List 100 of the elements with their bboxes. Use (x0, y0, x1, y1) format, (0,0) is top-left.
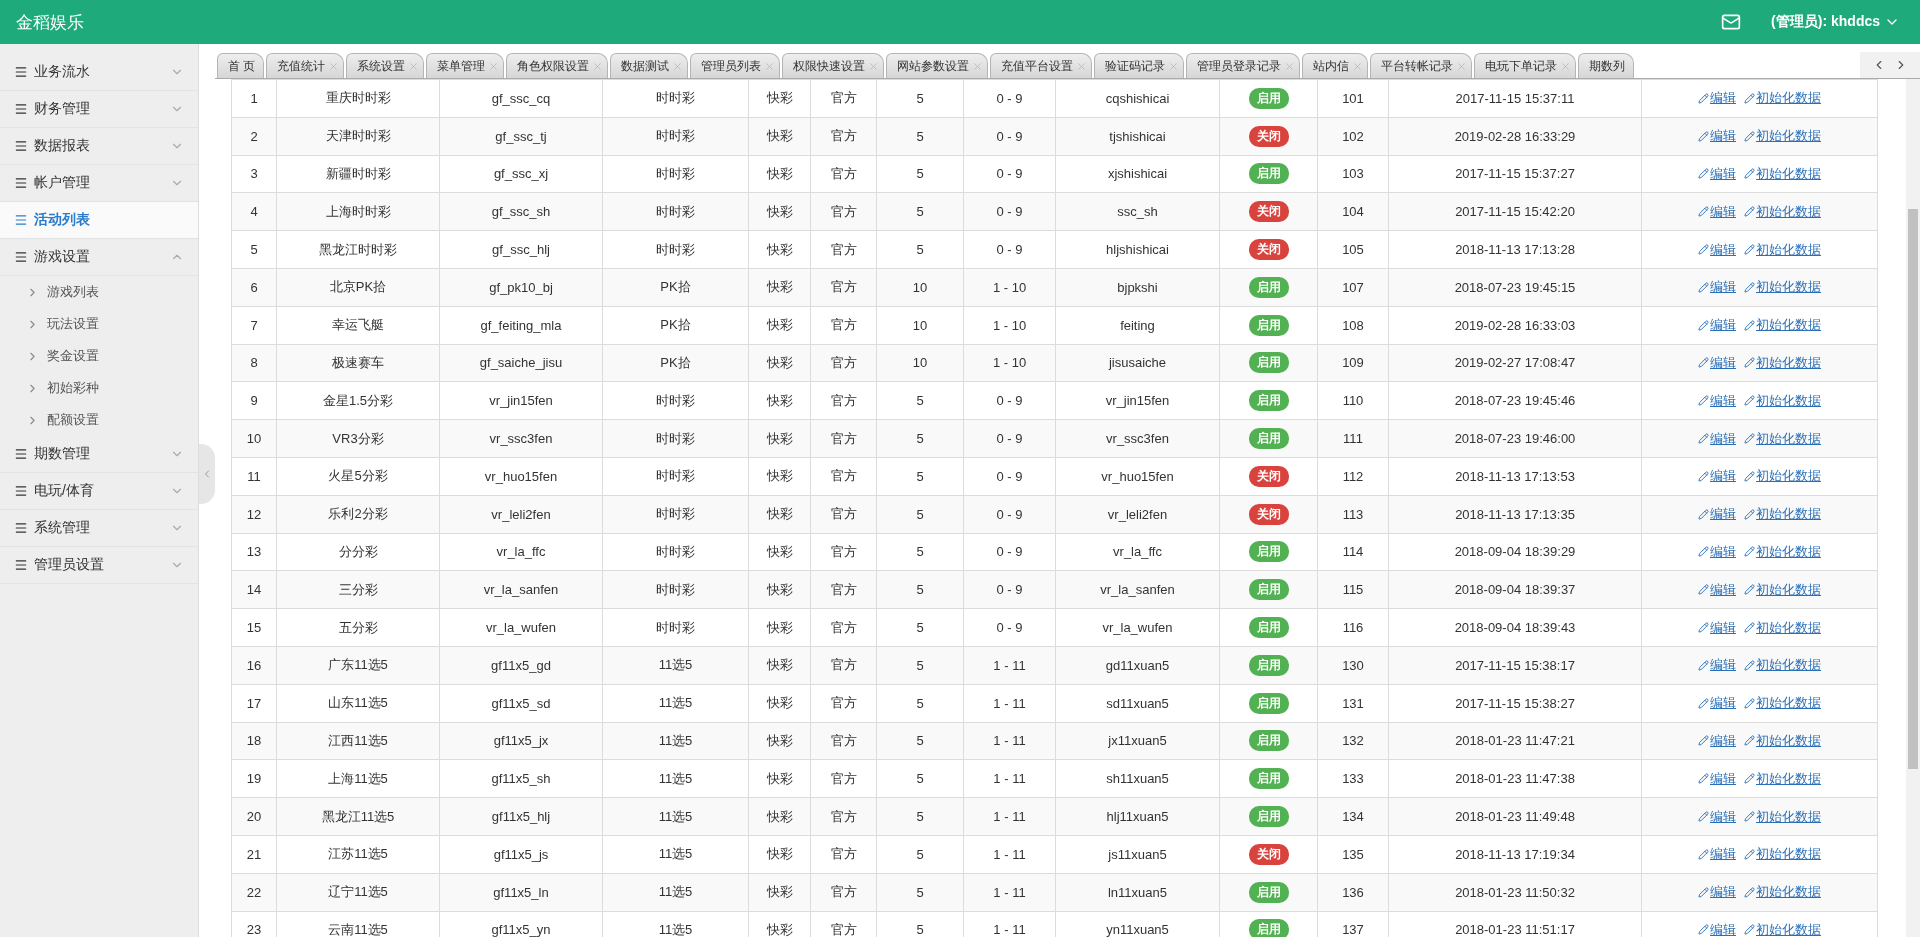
reset-data-link[interactable]: 初始化数据 (1744, 505, 1821, 524)
edit-link[interactable]: 编辑 (1698, 694, 1736, 713)
tab[interactable]: 电玩下单记录 (1474, 53, 1577, 78)
menu-icon (14, 176, 28, 190)
tab[interactable]: 管理员登录记录 (1186, 53, 1301, 78)
tab[interactable]: 站内信 (1302, 53, 1369, 78)
reset-data-link[interactable]: 初始化数据 (1744, 429, 1821, 448)
scrollbar-thumb[interactable] (1908, 209, 1918, 769)
reset-data-link[interactable]: 初始化数据 (1744, 353, 1821, 372)
close-icon[interactable] (592, 61, 604, 72)
pencil-icon (1698, 546, 1709, 558)
close-icon[interactable] (1456, 61, 1468, 72)
edit-link[interactable]: 编辑 (1698, 807, 1736, 826)
close-icon[interactable] (1284, 61, 1296, 72)
close-icon[interactable] (1076, 61, 1088, 72)
reset-data-link[interactable]: 初始化数据 (1744, 391, 1821, 410)
close-icon[interactable] (868, 61, 880, 72)
edit-link[interactable]: 编辑 (1698, 429, 1736, 448)
reset-data-link[interactable]: 初始化数据 (1744, 202, 1821, 221)
status-badge[interactable]: 关闭 (1248, 465, 1289, 487)
reset-data-link[interactable]: 初始化数据 (1744, 127, 1821, 146)
close-icon[interactable] (328, 61, 340, 72)
status-badge[interactable]: 关闭 (1248, 125, 1289, 147)
reset-data-link[interactable]: 初始化数据 (1744, 165, 1821, 183)
reset-data-link[interactable]: 初始化数据 (1744, 580, 1821, 599)
sidebar-subitem[interactable]: 游戏列表 (0, 276, 198, 308)
reset-data-link[interactable]: 初始化数据 (1744, 845, 1821, 864)
reset-data-link[interactable]: 初始化数据 (1744, 316, 1821, 335)
close-icon[interactable] (408, 61, 420, 72)
close-icon[interactable] (1560, 61, 1572, 72)
edit-link[interactable]: 编辑 (1698, 920, 1736, 937)
edit-link[interactable]: 编辑 (1698, 467, 1736, 486)
tab[interactable]: 充值统计 (266, 53, 345, 78)
edit-link[interactable]: 编辑 (1698, 731, 1736, 750)
close-icon[interactable] (1352, 61, 1364, 72)
edit-link[interactable]: 编辑 (1698, 505, 1736, 524)
tab[interactable]: 充值平台设置 (990, 53, 1093, 78)
reset-data-link[interactable]: 初始化数据 (1744, 618, 1821, 637)
tab[interactable]: 管理员列表 (690, 53, 781, 78)
reset-data-link[interactable]: 初始化数据 (1744, 731, 1821, 750)
status-badge[interactable]: 关闭 (1248, 201, 1289, 223)
reset-data-link[interactable]: 初始化数据 (1744, 920, 1821, 937)
edit-link[interactable]: 编辑 (1698, 883, 1736, 902)
user-menu[interactable]: (管理员): khddcs (1771, 13, 1900, 31)
reset-data-link[interactable]: 初始化数据 (1744, 883, 1821, 902)
close-icon[interactable] (764, 61, 776, 72)
edit-link[interactable]: 编辑 (1698, 542, 1736, 561)
tab[interactable]: 角色权限设置 (506, 53, 609, 78)
id-cell: 132 (1317, 722, 1389, 760)
edit-link[interactable]: 编辑 (1698, 769, 1736, 788)
reset-data-link[interactable]: 初始化数据 (1744, 240, 1821, 259)
sidebar-subitem[interactable]: 玩法设置 (0, 308, 198, 340)
sidebar-item[interactable]: 活动列表 (0, 202, 198, 239)
tab[interactable]: 期数列 (1578, 53, 1635, 78)
sidebar-subitem[interactable]: 初始彩种 (0, 372, 198, 404)
reset-data-link[interactable]: 初始化数据 (1744, 278, 1821, 297)
row-number: 20 (231, 797, 277, 836)
edit-link[interactable]: 编辑 (1698, 656, 1736, 675)
close-icon[interactable] (972, 61, 984, 72)
reset-data-link[interactable]: 初始化数据 (1744, 656, 1821, 675)
mail-icon[interactable] (1721, 12, 1742, 32)
edit-link[interactable]: 编辑 (1698, 165, 1736, 183)
reset-data-link[interactable]: 初始化数据 (1744, 769, 1821, 788)
tab[interactable]: 网站参数设置 (886, 53, 989, 78)
close-icon[interactable] (1168, 61, 1180, 72)
edit-link[interactable]: 编辑 (1698, 845, 1736, 864)
edit-link[interactable]: 编辑 (1698, 240, 1736, 259)
close-icon[interactable] (488, 61, 500, 72)
tab[interactable]: 验证码记录 (1094, 53, 1185, 78)
reset-data-link[interactable]: 初始化数据 (1744, 89, 1821, 108)
tab[interactable]: 系统设置 (346, 53, 425, 78)
close-icon[interactable] (672, 61, 684, 72)
edit-link[interactable]: 编辑 (1698, 580, 1736, 599)
source-cell: 官方 (810, 192, 877, 231)
row-number: 2 (231, 117, 277, 156)
tab[interactable]: 菜单管理 (426, 53, 505, 78)
edit-link[interactable]: 编辑 (1698, 618, 1736, 637)
status-badge[interactable]: 关闭 (1248, 239, 1289, 261)
tab[interactable]: 权限快速设置 (782, 53, 885, 78)
source-cell: 官方 (810, 117, 877, 156)
pencil-icon (1698, 848, 1709, 860)
reset-data-link[interactable]: 初始化数据 (1744, 467, 1821, 486)
edit-link[interactable]: 编辑 (1698, 353, 1736, 372)
reset-data-link[interactable]: 初始化数据 (1744, 694, 1821, 713)
status-badge[interactable]: 关闭 (1248, 843, 1289, 865)
tab[interactable]: 首 页 (217, 53, 265, 78)
tab[interactable]: 平台转帐记录 (1370, 53, 1473, 78)
tab[interactable]: 数据测试 (610, 53, 689, 78)
edit-link[interactable]: 编辑 (1698, 89, 1736, 108)
edit-link[interactable]: 编辑 (1698, 202, 1736, 221)
reset-data-link[interactable]: 初始化数据 (1744, 807, 1821, 826)
collapse-handle[interactable] (199, 444, 215, 504)
reset-data-link[interactable]: 初始化数据 (1744, 542, 1821, 561)
sidebar-subitem[interactable]: 配额设置 (0, 404, 198, 436)
edit-link[interactable]: 编辑 (1698, 127, 1736, 146)
edit-link[interactable]: 编辑 (1698, 316, 1736, 335)
status-badge[interactable]: 关闭 (1248, 503, 1289, 525)
edit-link[interactable]: 编辑 (1698, 278, 1736, 297)
sidebar-subitem[interactable]: 奖金设置 (0, 340, 198, 372)
edit-link[interactable]: 编辑 (1698, 391, 1736, 410)
